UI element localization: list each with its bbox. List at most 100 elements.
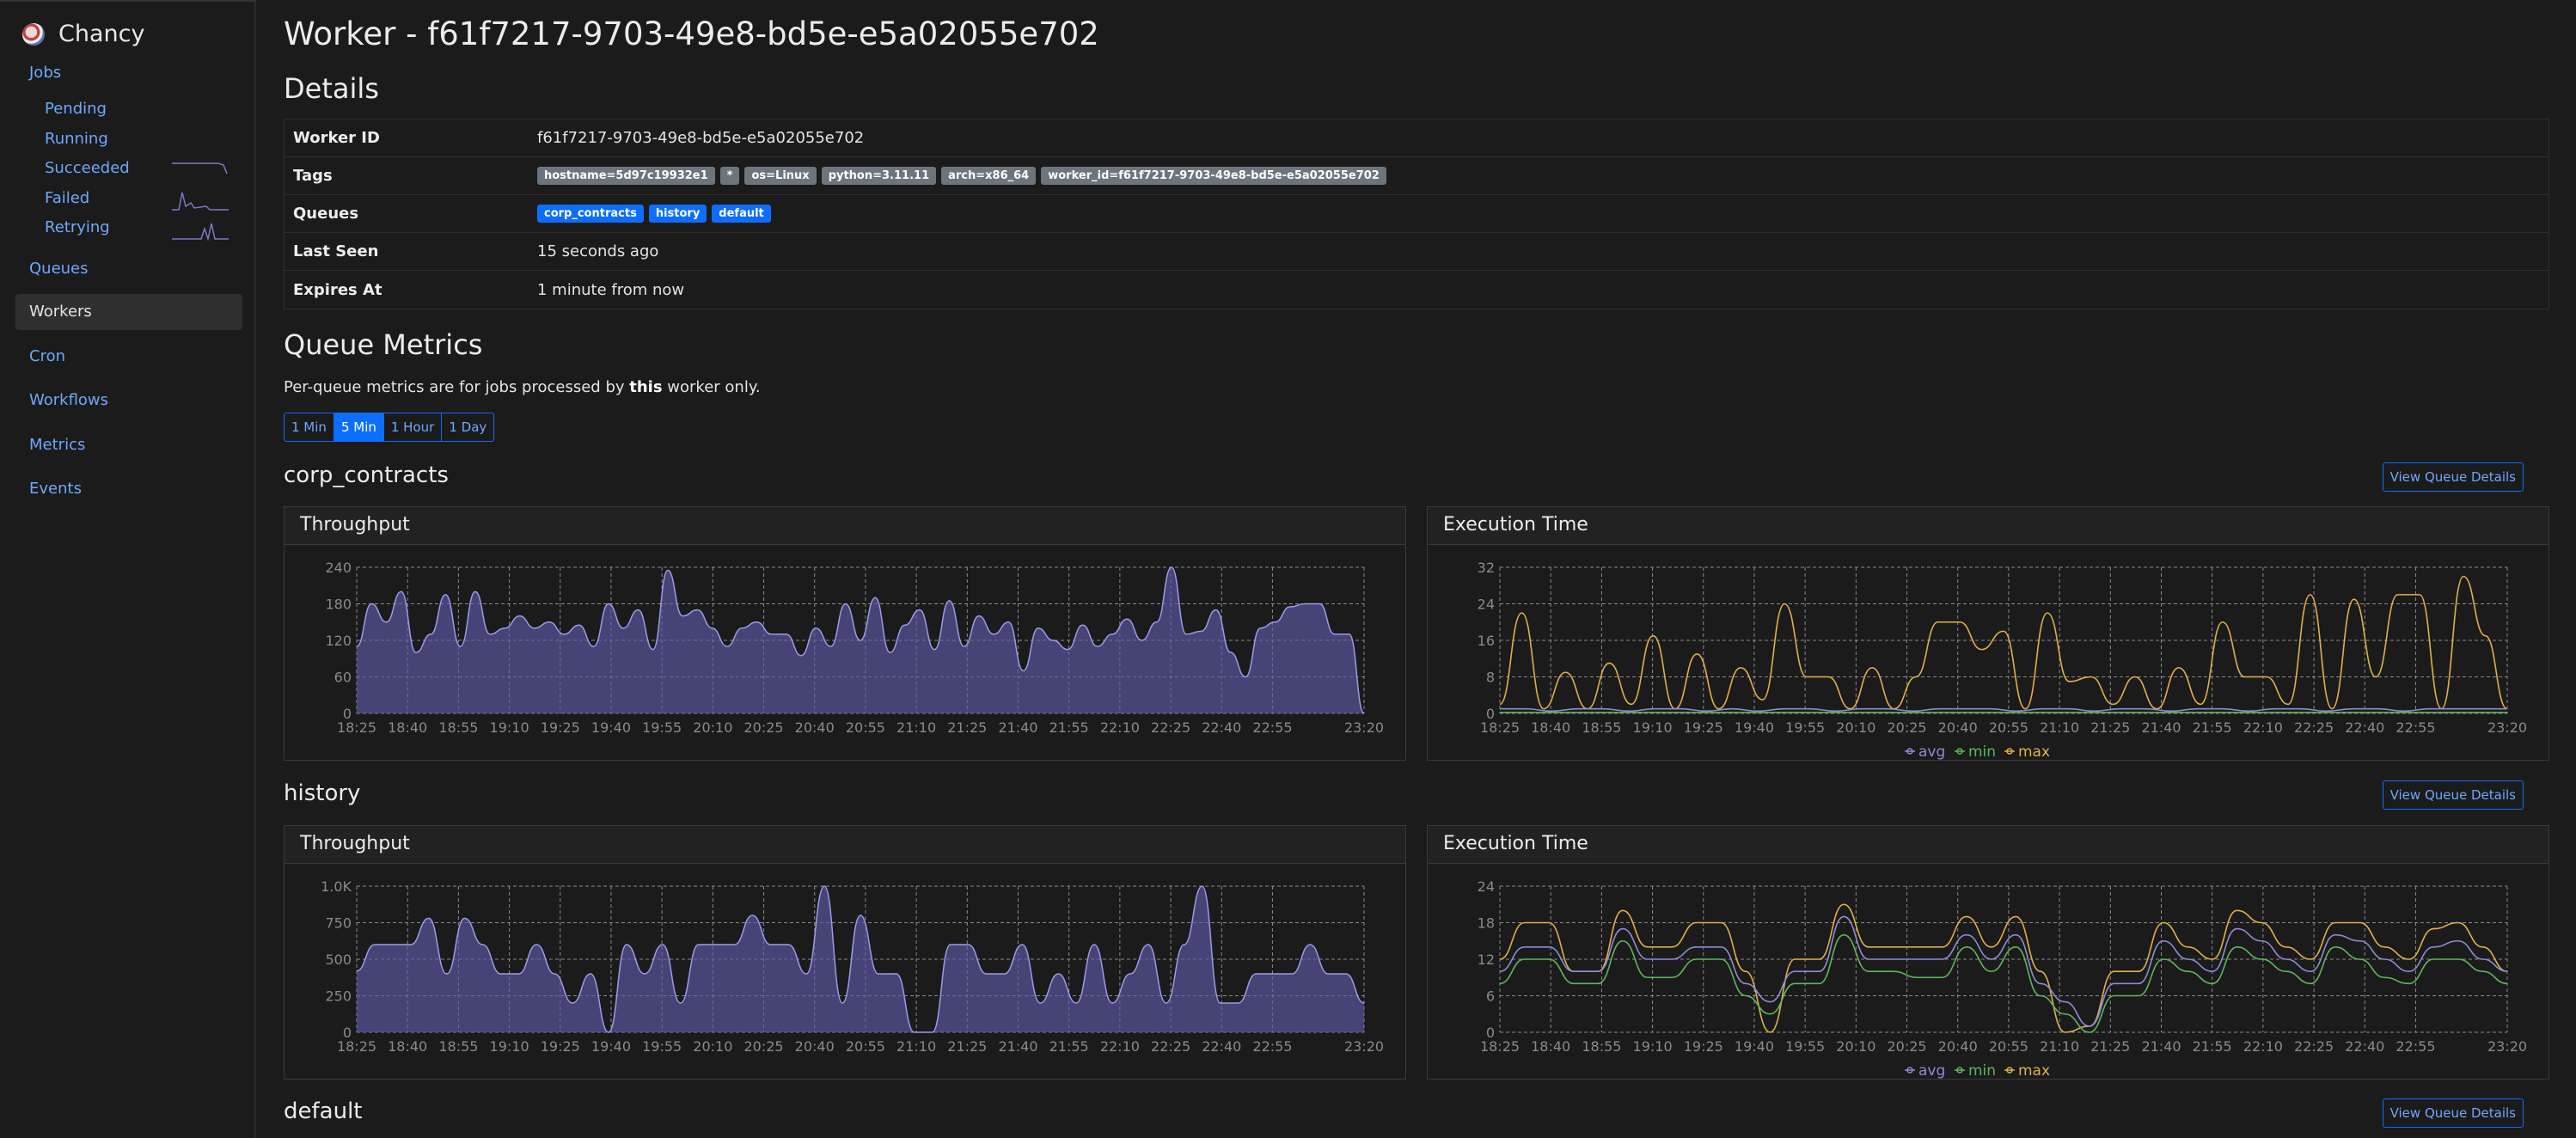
queue-metrics-heading: Queue Metrics: [284, 328, 483, 361]
chancy-logo-icon: [22, 22, 45, 46]
y-tick-label: 180: [325, 597, 352, 613]
y-tick-label: 8: [1486, 670, 1495, 686]
x-tick-label: 20:40: [795, 719, 835, 736]
worker-id-value: f61f7217-9703-49e8-bd5e-e5a02055e702: [537, 129, 865, 147]
x-tick-label: 22:10: [1100, 1038, 1140, 1055]
range-selector: 1 Min 5 Min 1 Hour 1 Day: [284, 413, 495, 442]
y-tick-label: 250: [325, 988, 352, 1005]
x-tick-label: 19:25: [541, 719, 580, 736]
x-tick-label: 22:40: [2345, 719, 2384, 736]
note-text: Per-queue metrics are for jobs processed…: [284, 378, 630, 396]
sidebar-item-running[interactable]: Running: [45, 130, 108, 148]
sidebar-item-jobs[interactable]: Jobs: [29, 64, 61, 82]
x-tick-label: 19:40: [1735, 1038, 1774, 1055]
note-emphasis: this: [629, 378, 663, 396]
x-tick-label: 21:40: [2141, 1038, 2181, 1055]
x-tick-label: 21:25: [947, 1038, 987, 1055]
table-row: Queues corp_contracts history default: [285, 195, 2548, 233]
sidebar-item-metrics[interactable]: Metrics: [29, 436, 85, 454]
expires-label: Expires At: [293, 280, 382, 299]
x-tick-label: 21:10: [2040, 1038, 2079, 1055]
x-tick-label: 20:25: [743, 719, 783, 736]
y-tick-label: 16: [1478, 633, 1495, 649]
throughput-chart: 06012018024018:25 18:40 18:55 19:10 19:25 19:…: [325, 560, 1384, 736]
series-line-max: [1499, 575, 2508, 710]
x-tick-label: 22:55: [2395, 1038, 2435, 1055]
y-tick-label: 32: [1478, 560, 1495, 576]
sidebar: Chancy Jobs Pending Running Succeeded Fa…: [0, 0, 256, 1138]
card-title: Execution Time: [1428, 507, 2548, 545]
x-tick-label: 22:55: [1252, 1038, 1292, 1055]
throughput-chart: 02505007501.0K18:25 18:40 18:55 19:10 19:25 1…: [321, 878, 1384, 1055]
x-tick-label: 19:55: [642, 719, 682, 736]
x-tick-label: 18:55: [1582, 1038, 1621, 1055]
range-5-min-button[interactable]: 5 Min: [333, 413, 384, 442]
x-tick-label: 18:25: [337, 1038, 376, 1055]
x-tick-label: 19:25: [1684, 1038, 1723, 1055]
sidebar-item-events[interactable]: Events: [29, 480, 82, 498]
queue-badge-corp-contracts[interactable]: corp_contracts: [537, 205, 644, 223]
x-tick-label: 20:40: [1938, 719, 1978, 736]
x-tick-label: 19:55: [1785, 719, 1825, 736]
x-tick-label: 19:40: [591, 719, 631, 736]
sidebar-item-failed[interactable]: Failed: [45, 189, 89, 207]
x-tick-label: 22:10: [1100, 719, 1140, 736]
x-tick-label: 22:55: [1252, 719, 1292, 736]
brand[interactable]: Chancy: [22, 21, 144, 47]
brand-name: Chancy: [58, 21, 145, 47]
execution-time-chart: 0816243218:25 18:40 18:55 19:10 19:25 19:40 19…: [1478, 560, 2527, 760]
queue-badge-default[interactable]: default: [712, 205, 771, 223]
legend-label-min: min: [1968, 1062, 1996, 1079]
x-tick-label: 21:40: [2141, 719, 2181, 736]
range-1-day-button[interactable]: 1 Day: [441, 413, 495, 442]
view-queue-details-button[interactable]: View Queue Details: [2382, 1098, 2524, 1128]
note-text: worker only.: [662, 378, 761, 396]
table-row: Tags hostname=5d97c19932e1 * os=Linux py…: [285, 157, 2548, 195]
table-row: Worker ID f61f7217-9703-49e8-bd5e-e5a020…: [285, 119, 2548, 157]
execution-time-chart: 0612182418:25 18:40 18:55 19:10 19:25 19:40 19…: [1478, 878, 2527, 1079]
sidebar-item-queues[interactable]: Queues: [29, 260, 89, 278]
sidebar-item-succeeded[interactable]: Succeeded: [45, 159, 130, 177]
sidebar-item-pending[interactable]: Pending: [45, 100, 107, 118]
x-tick-label: 18:25: [337, 719, 376, 736]
x-tick-label: 18:40: [1531, 719, 1570, 736]
series-line-avg: [1500, 707, 2507, 713]
x-tick-label: 18:55: [438, 719, 478, 736]
y-tick-label: 12: [1478, 951, 1495, 968]
view-queue-details-button[interactable]: View Queue Details: [2382, 780, 2524, 810]
worker-id-label: Worker ID: [293, 129, 380, 147]
x-tick-label: 22:25: [1151, 1038, 1190, 1055]
view-queue-details-button[interactable]: View Queue Details: [2382, 462, 2524, 492]
series-line-max: [1499, 903, 2508, 1033]
succeeded-sparkline: [172, 162, 228, 174]
details-heading: Details: [284, 72, 379, 105]
x-tick-label: 18:25: [1480, 1038, 1520, 1055]
x-tick-label: 21:40: [998, 1038, 1037, 1055]
y-tick-label: 500: [325, 951, 352, 968]
queue-badge-history[interactable]: history: [648, 205, 707, 223]
legend-label-max: max: [2018, 743, 2050, 760]
legend-label-avg: avg: [1918, 1062, 1945, 1079]
sidebar-item-workflows[interactable]: Workflows: [29, 391, 108, 409]
sidebar-item-workers[interactable]: Workers: [15, 294, 242, 330]
x-tick-label: 20:10: [1836, 719, 1875, 736]
x-tick-label: 20:55: [1989, 719, 2028, 736]
y-tick-label: 60: [334, 670, 352, 686]
range-1-hour-button[interactable]: 1 Hour: [382, 413, 443, 442]
x-tick-label: 22:40: [2345, 1038, 2384, 1055]
sidebar-item-retrying[interactable]: Retrying: [45, 218, 110, 236]
range-1-min-button[interactable]: 1 Min: [284, 413, 334, 442]
x-tick-label: 22:55: [2395, 719, 2435, 736]
throughput-card: Throughput 0 250 500 750 1.0K 18:25 18:40 18:55…: [284, 825, 1406, 1080]
x-tick-label: 20:55: [846, 719, 885, 736]
sidebar-item-cron[interactable]: Cron: [29, 347, 65, 365]
x-tick-label: 19:55: [642, 1038, 682, 1055]
x-tick-label: 23:20: [1344, 1038, 1384, 1055]
x-tick-label: 19:25: [541, 1038, 580, 1055]
x-tick-label: 20:40: [795, 1038, 835, 1055]
x-tick-label: 22:10: [2243, 719, 2283, 736]
x-tick-label: 18:40: [388, 719, 427, 736]
x-tick-label: 20:10: [1836, 1038, 1875, 1055]
x-tick-label: 22:40: [1202, 719, 1241, 736]
x-tick-label: 20:25: [1887, 719, 1926, 736]
